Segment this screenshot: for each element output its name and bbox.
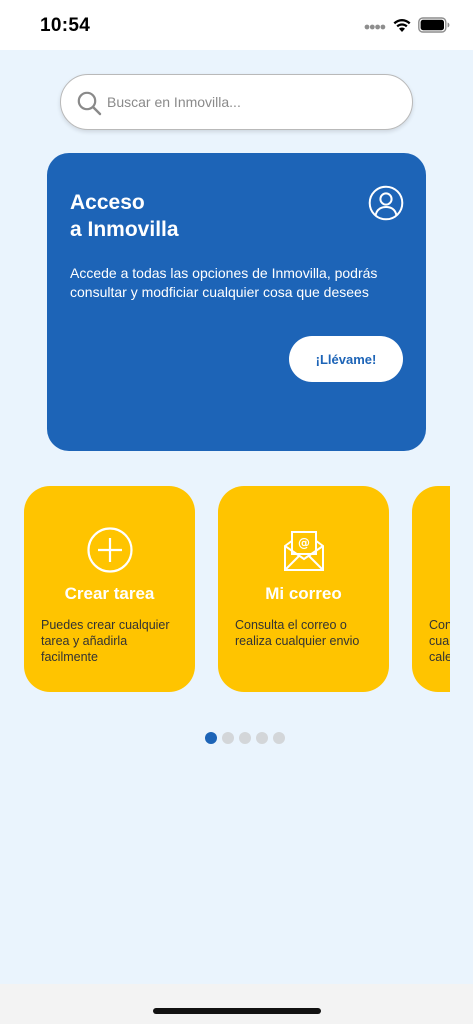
- card-description: Consulta el correo o realiza cualquier e…: [235, 618, 360, 648]
- user-icon[interactable]: [368, 185, 404, 221]
- signal-icon: [364, 24, 386, 30]
- card-title: Crear tarea: [64, 584, 155, 603]
- envelope-icon: @: [284, 530, 324, 571]
- access-card[interactable]: Acceso a Inmovilla Accede a todas las op…: [47, 153, 426, 451]
- pager-dot-active[interactable]: [205, 732, 217, 744]
- svg-text:@: @: [298, 536, 310, 550]
- home-indicator[interactable]: [153, 1008, 321, 1014]
- card-title: Mi correo: [265, 584, 342, 603]
- battery-icon: [418, 17, 450, 33]
- take-me-button[interactable]: ¡Llévame!: [289, 336, 403, 382]
- access-title-line1: Acceso: [70, 191, 145, 214]
- access-description: Accede a todas las opciones de Inmovilla…: [70, 265, 378, 300]
- plus-circle-icon: [87, 527, 133, 573]
- search-input[interactable]: [107, 89, 397, 115]
- card-description: Puedes crear cualquier tarea y añadirla …: [41, 618, 170, 664]
- create-task-card[interactable]: Crear tarea Puedes crear cualquier tarea…: [24, 486, 195, 692]
- status-time: 10:54: [40, 15, 91, 36]
- bottom-bar: [0, 984, 473, 1024]
- pager-dot[interactable]: [256, 732, 268, 744]
- search-icon: [77, 91, 102, 116]
- calendar-card[interactable]: Con cua cale: [412, 486, 450, 692]
- wifi-icon: [393, 19, 411, 32]
- card-description: Con cua cale: [429, 618, 450, 664]
- access-title-line2: a Inmovilla: [70, 218, 179, 241]
- access-title: Acceso a Inmovilla: [70, 189, 330, 243]
- feature-carousel[interactable]: Crear tarea Puedes crear cualquier tarea…: [0, 486, 450, 692]
- status-bar: 10:54: [0, 0, 473, 50]
- search-bar[interactable]: [60, 74, 413, 130]
- pager-dot[interactable]: [273, 732, 285, 744]
- pager-dot[interactable]: [222, 732, 234, 744]
- my-mail-card[interactable]: @ Mi correo Consulta el correo o realiza…: [218, 486, 389, 692]
- pager-dot[interactable]: [239, 732, 251, 744]
